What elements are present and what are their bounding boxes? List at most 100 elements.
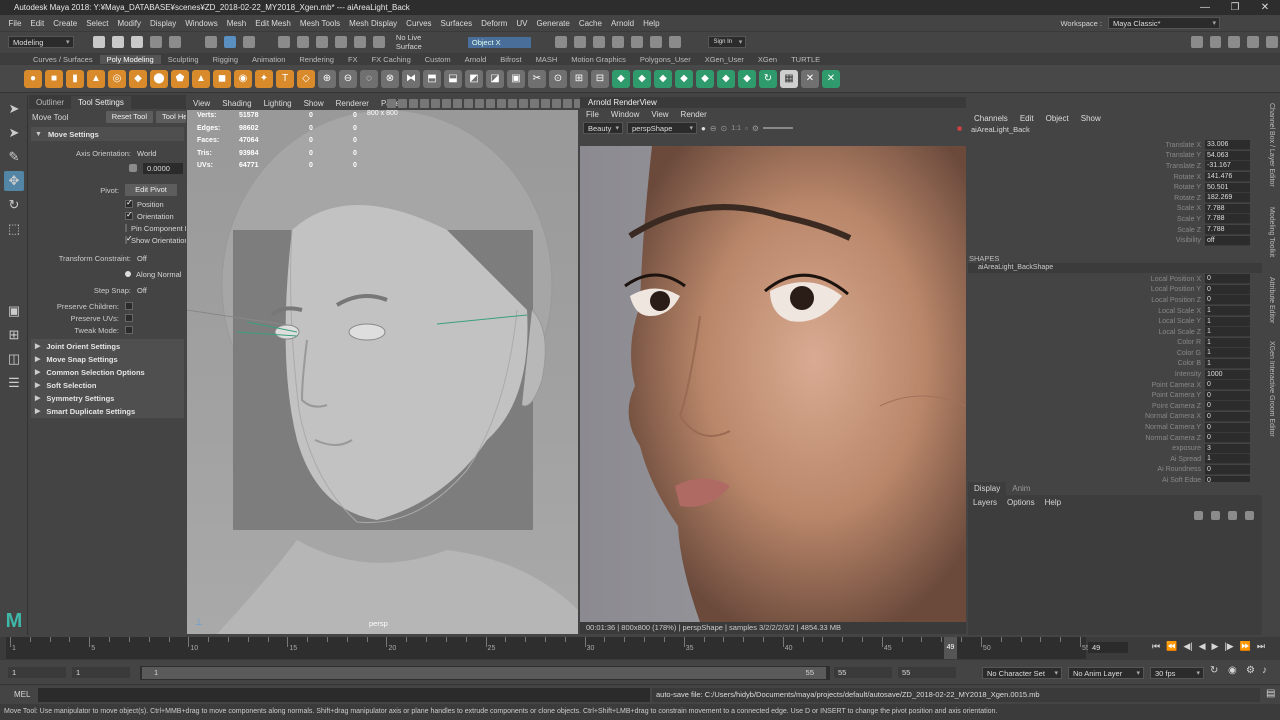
magnet-icon[interactable] bbox=[373, 36, 385, 48]
cylindrical-mapping-icon[interactable]: ◆ bbox=[675, 69, 693, 88]
attr-row[interactable]: Scale Z 7.788 bbox=[968, 225, 1262, 236]
svg-tool-icon[interactable]: ◇ bbox=[297, 69, 315, 88]
shadows-icon[interactable] bbox=[541, 99, 550, 108]
field-chart-icon[interactable] bbox=[464, 99, 473, 108]
poly-sphere-icon[interactable]: ● bbox=[24, 69, 42, 88]
viewport-menu-shading[interactable]: Shading bbox=[216, 99, 257, 108]
safe-action-icon[interactable] bbox=[475, 99, 484, 108]
time-ruler[interactable]: 1 5 10 15 20 25 30 35 40 45 50 55 bbox=[6, 637, 1090, 659]
snap-curve-icon[interactable] bbox=[297, 36, 310, 48]
redo-icon[interactable] bbox=[169, 36, 181, 48]
uv-layout-icon[interactable]: ◆ bbox=[633, 69, 651, 88]
side-tab-attribute-editor[interactable]: Attribute Editor bbox=[1268, 277, 1275, 323]
planar-mapping-icon[interactable]: ◆ bbox=[654, 69, 672, 88]
smart-duplicate-settings-header[interactable]: ▶ Smart Duplicate Settings bbox=[31, 404, 184, 418]
script-mode-label[interactable]: MEL bbox=[14, 690, 30, 699]
move-tool-icon[interactable]: ✥ bbox=[4, 171, 24, 191]
attr-value[interactable]: 0 bbox=[1205, 274, 1250, 285]
cb-menu-channels[interactable]: Channels bbox=[968, 114, 1014, 123]
orientation-arrow-icon[interactable] bbox=[129, 164, 137, 172]
menu-mesh[interactable]: Mesh bbox=[222, 19, 251, 28]
viewport-menu-show[interactable]: Show bbox=[298, 99, 330, 108]
lasso-tool-icon[interactable]: ➤ bbox=[4, 123, 24, 143]
move-settings-header[interactable]: ▼ Move Settings bbox=[31, 127, 184, 141]
two-pane-layout-icon[interactable]: ◫ bbox=[4, 349, 24, 369]
single-perspective-layout-icon[interactable]: ▣ bbox=[4, 301, 24, 321]
menu-surfaces[interactable]: Surfaces bbox=[436, 19, 477, 28]
menu-deform[interactable]: Deform bbox=[477, 19, 512, 28]
shelf-tab-mash[interactable]: MASH bbox=[529, 55, 565, 64]
position-checkbox[interactable] bbox=[125, 198, 133, 208]
attr-row[interactable]: Ai Roundness 0 bbox=[968, 464, 1262, 476]
side-tab-channel-box[interactable]: Channel Box / Layer Editor bbox=[1268, 103, 1275, 187]
show-orientation-handle-checkbox[interactable] bbox=[125, 234, 133, 244]
sphere-type-icon[interactable]: ✦ bbox=[255, 69, 273, 88]
snap-view-icon[interactable] bbox=[335, 36, 348, 48]
record-icon[interactable]: ● bbox=[701, 124, 706, 133]
append-polygon-icon[interactable]: ◪ bbox=[486, 69, 504, 88]
snap-grid-icon[interactable] bbox=[278, 36, 291, 48]
attr-value[interactable]: 7.788 bbox=[1205, 225, 1250, 236]
shelf-tab-bifrost[interactable]: Bifrost bbox=[493, 55, 528, 64]
stop-icon[interactable]: ⊖ bbox=[710, 124, 717, 133]
animation-end-field[interactable]: 55 bbox=[898, 667, 956, 678]
attr-row[interactable]: Rotate Y 50.501 bbox=[968, 182, 1262, 193]
attr-value[interactable]: 1 bbox=[1205, 454, 1250, 465]
sew-uv-icon[interactable]: ↻ bbox=[759, 69, 777, 88]
shelf-tab-poly-modeling[interactable]: Poly Modeling bbox=[99, 54, 161, 64]
layout-icon-1[interactable] bbox=[1190, 36, 1203, 48]
anim-layer-dropdown[interactable]: No Anim Layer bbox=[1068, 667, 1144, 679]
layout-icon-3[interactable] bbox=[1228, 36, 1241, 48]
signin-dropdown[interactable]: Sign In bbox=[708, 36, 747, 48]
attr-value[interactable]: 0 bbox=[1205, 401, 1250, 412]
shelf-tab-arnold[interactable]: Arnold bbox=[458, 55, 494, 64]
menu-select[interactable]: Select bbox=[82, 19, 113, 28]
cb-menu-object[interactable]: Object bbox=[1040, 114, 1075, 123]
step-forward-key-icon[interactable]: ⏩ bbox=[1240, 641, 1251, 652]
bevel-icon[interactable]: ◩ bbox=[465, 69, 483, 88]
camera-attrs-icon[interactable] bbox=[387, 99, 396, 108]
attr-row[interactable]: Local Scale Y 1 bbox=[968, 316, 1262, 327]
menu-windows[interactable]: Windows bbox=[181, 19, 222, 28]
animation-start-field[interactable]: 1 bbox=[8, 667, 66, 678]
poly-cylinder-icon[interactable]: ▮ bbox=[66, 69, 84, 88]
tab-anim[interactable]: Anim bbox=[1006, 484, 1036, 493]
poly-prism-icon[interactable]: ◼ bbox=[213, 69, 231, 88]
smooth-icon[interactable]: ◌ bbox=[360, 69, 378, 88]
image-plane-icon[interactable] bbox=[409, 99, 418, 108]
tab-outliner[interactable]: Outliner bbox=[29, 96, 71, 109]
film-gate-icon[interactable] bbox=[431, 99, 440, 108]
attr-value[interactable]: 1 bbox=[1205, 306, 1250, 317]
attr-row[interactable]: Local Scale X 1 bbox=[968, 306, 1262, 317]
side-tab-modeling-toolkit[interactable]: Modeling Toolkit bbox=[1268, 207, 1275, 257]
viewport-canvas[interactable]: Verts: 51578 0 0 Edges: 98602 0 0 Faces: 47064 0… bbox=[187, 110, 578, 634]
attr-value[interactable]: 0 bbox=[1205, 390, 1250, 401]
rv-menu-file[interactable]: File bbox=[580, 110, 605, 119]
settings-gear-icon[interactable]: ⚙ bbox=[752, 124, 759, 133]
attr-value[interactable]: 1 bbox=[1205, 327, 1250, 338]
attr-value[interactable]: 7.788 bbox=[1205, 214, 1250, 225]
new-layer-icon[interactable] bbox=[1228, 510, 1237, 520]
attr-value[interactable]: 0 bbox=[1205, 284, 1250, 295]
menu-create[interactable]: Create bbox=[49, 19, 82, 28]
arnold-render-icon[interactable] bbox=[649, 36, 662, 48]
step-snap-dropdown[interactable]: Off bbox=[137, 286, 147, 295]
attr-value[interactable]: 1 bbox=[1205, 337, 1250, 348]
fps-dropdown[interactable]: 30 fps bbox=[1150, 667, 1204, 679]
bridge-icon[interactable]: ⬓ bbox=[444, 69, 462, 88]
menu-modify[interactable]: Modify bbox=[113, 19, 146, 28]
range-slider-handle[interactable]: 1 55 bbox=[142, 667, 826, 679]
orientation-checkbox[interactable] bbox=[125, 210, 133, 220]
ipr-icon[interactable] bbox=[593, 36, 605, 48]
mirror-icon[interactable]: ⧓ bbox=[402, 69, 420, 88]
character-set-dropdown[interactable]: No Character Set bbox=[982, 667, 1062, 679]
menu-edit-mesh[interactable]: Edit Mesh bbox=[251, 19, 296, 28]
cut-uv-icon[interactable]: ◆ bbox=[738, 69, 756, 88]
axis-orientation-dropdown[interactable]: World bbox=[137, 149, 156, 158]
object-name[interactable]: aiAreaLight_Back bbox=[968, 125, 1262, 137]
step-back-frame-icon[interactable]: ◀| bbox=[1183, 641, 1192, 652]
scale-tool-icon[interactable]: ⬚ bbox=[4, 219, 24, 239]
attr-value[interactable]: 0 bbox=[1205, 433, 1250, 444]
attr-value[interactable]: 0 bbox=[1205, 411, 1250, 422]
tool-help-button[interactable]: Tool Help bbox=[156, 111, 186, 123]
